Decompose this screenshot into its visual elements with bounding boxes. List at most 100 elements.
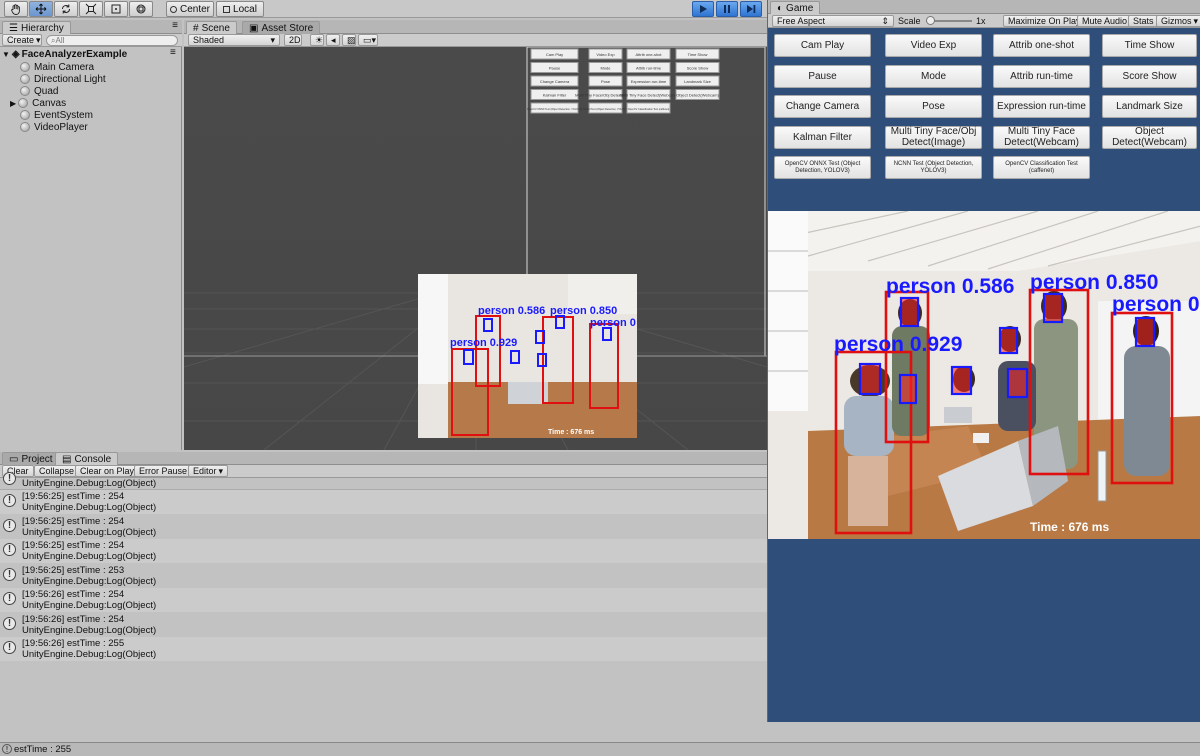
- scene-tabbar: # Scene ▣ Asset Store: [184, 20, 767, 35]
- grid-icon: #: [193, 23, 199, 34]
- log-row[interactable]: ! [19:56:26] estTime : 255 UnityEngine.De…: [0, 637, 767, 661]
- audio-toggle-icon[interactable]: ◂: [326, 34, 340, 46]
- game-button-change-camera[interactable]: Change Camera: [774, 95, 871, 118]
- play-button[interactable]: [692, 1, 714, 17]
- expand-arrow-icon: ▼: [2, 49, 10, 59]
- game-button-object-detect-webcam[interactable]: Object Detect(Webcam): [1102, 125, 1197, 149]
- log-row[interactable]: ! [19:56:26] estTime : 254 UnityEngine.De…: [0, 612, 767, 637]
- move-tool-icon[interactable]: [29, 1, 53, 17]
- pivot-center-button[interactable]: Center: [166, 1, 214, 17]
- effects-toggle-icon[interactable]: ▨: [342, 34, 356, 46]
- scene-gizmo-dropdown-icon[interactable]: ▭▾: [358, 34, 378, 46]
- game-button-mode[interactable]: Mode: [885, 64, 982, 88]
- game-button-time-show[interactable]: Time Show: [1102, 34, 1197, 57]
- tab-scene[interactable]: # Scene: [186, 21, 237, 35]
- svg-text:person 0: person 0: [590, 317, 636, 329]
- scene-mini-button: Object Detect(Webcam): [675, 89, 720, 100]
- log-row-partial[interactable]: ! UnityEngine.Debug:Log(Object): [0, 472, 767, 490]
- game-icon: ◐: [777, 3, 784, 14]
- space-local-button[interactable]: Local: [216, 1, 264, 17]
- detection-video-frame: person 0.929 person 0.586 person 0.850 p…: [768, 211, 1200, 539]
- error-pause-button[interactable]: Error Pause: [134, 465, 193, 477]
- scene-mini-button: OpenCV ONNX Test (Object Detection, YOLO…: [527, 102, 582, 114]
- pause-button[interactable]: [716, 1, 738, 17]
- scale-slider-handle[interactable]: [926, 16, 935, 25]
- stats-toggle[interactable]: Stats: [1128, 15, 1159, 27]
- hierarchy-item-canvas[interactable]: ▶ Canvas: [10, 97, 66, 109]
- game-button-score-show[interactable]: Score Show: [1102, 64, 1197, 88]
- hierarchy-item-videoplayer[interactable]: VideoPlayer: [20, 121, 88, 133]
- hierarchy-panel: ☰ Hierarchy ≡ Create ▾ ⌕ All ▼ ◈ FaceAnalyz…: [0, 20, 182, 450]
- hierarchy-search-input[interactable]: ⌕ All: [46, 35, 178, 46]
- scene-mini-button-label: Mode: [600, 66, 611, 71]
- aspect-dropdown[interactable]: Free Aspect ⇕: [772, 15, 894, 27]
- game-button-multi-tiny-face-obj-detect-image[interactable]: Multi Tiny Face/Obj Detect(Image): [885, 125, 982, 149]
- collapse-button[interactable]: Collapse: [34, 465, 80, 477]
- unity-scene-icon: ◈: [11, 48, 20, 60]
- mute-audio-toggle[interactable]: Mute Audio: [1077, 15, 1133, 27]
- lighting-toggle-icon[interactable]: ☀: [310, 34, 324, 46]
- game-button-pause[interactable]: Pause: [774, 64, 871, 88]
- scene-mini-button-label: Score Show: [687, 66, 709, 71]
- hierarchy-item-directional-light[interactable]: Directional Light: [20, 73, 106, 85]
- clear-on-play-button[interactable]: Clear on Play: [75, 465, 140, 477]
- game-button-attrib-one-shot[interactable]: Attrib one-shot: [993, 34, 1090, 57]
- detection-label-3: person 0.850: [1030, 271, 1158, 294]
- detection-label-4: person 0: [1112, 293, 1200, 316]
- game-button-video-exp[interactable]: Video Exp: [885, 34, 982, 57]
- game-button-opencv-classification-test-caffenet[interactable]: OpenCV Classification Test (caffenet): [993, 156, 1090, 179]
- rotate-tool-icon[interactable]: [54, 1, 78, 17]
- hierarchy-item-eventsystem[interactable]: EventSystem: [20, 109, 93, 121]
- scene-mini-button: Attrib run-time: [626, 62, 671, 73]
- game-button-ncnn-test-object-detection-yolov3[interactable]: NCNN Test (Object Detection, YOLOV3): [885, 156, 982, 179]
- game-button-cam-play[interactable]: Cam Play: [774, 34, 871, 57]
- hierarchy-item-quad[interactable]: Quad: [20, 85, 58, 97]
- create-dropdown[interactable]: Create ▾: [2, 34, 42, 46]
- console-toolbar: Clear Collapse Clear on Play Error Pause…: [0, 465, 767, 478]
- scene-menu-icon[interactable]: ≡: [170, 47, 176, 58]
- game-button-kalman-filter[interactable]: Kalman Filter: [774, 125, 871, 149]
- time-overlay: Time : 676 ms: [1030, 520, 1109, 534]
- scene-mini-button: Landmark Size: [675, 75, 720, 87]
- rect-tool-icon[interactable]: [104, 1, 128, 17]
- scale-tool-icon[interactable]: [79, 1, 103, 17]
- face-box: [1134, 316, 1156, 348]
- hand-tool-icon[interactable]: [4, 1, 28, 17]
- scene-mini-button: Kalman Filter: [530, 89, 579, 100]
- game-button-multi-tiny-face-detect-webcam[interactable]: Multi Tiny Face Detect(Webcam): [993, 125, 1090, 149]
- tab-console[interactable]: ▤ Console: [55, 452, 119, 466]
- game-button-landmark-size[interactable]: Landmark Size: [1102, 95, 1197, 118]
- dropdown-arrow-icon: ▾: [218, 465, 224, 476]
- game-button-expression-run-time[interactable]: Expression run-time: [993, 95, 1090, 118]
- scene-mini-button: Attrib one-shot: [626, 48, 671, 60]
- log-row[interactable]: ! [19:56:25] estTime : 254 UnityEngine.De…: [0, 539, 767, 563]
- maximize-on-play-toggle[interactable]: Maximize On Play: [1003, 15, 1086, 27]
- game-button-opencv-onnx-test-object-detection-yolov3[interactable]: OpenCV ONNX Test (Object Detection, YOLO…: [774, 156, 871, 179]
- panel-menu-icon[interactable]: ≡: [172, 20, 178, 31]
- dropdown-arrow-icon: ▾: [270, 34, 275, 45]
- dropdown-arrow-icon: ⇕: [881, 15, 889, 26]
- log-row[interactable]: ! [19:56:25] estTime : 254 UnityEngine.De…: [0, 514, 767, 539]
- log-row[interactable]: ! [19:56:26] estTime : 254 UnityEngine.De…: [0, 588, 767, 612]
- transform-tool-icon[interactable]: [129, 1, 153, 17]
- svg-text:person 0.929: person 0.929: [450, 337, 517, 349]
- editor-dropdown[interactable]: Editor ▾: [188, 465, 229, 477]
- face-box: [998, 326, 1019, 355]
- tab-project[interactable]: ▭ Project: [2, 452, 60, 466]
- scene-viewport[interactable]: Cam Play Video Exp Attrib one-shot Time Sho…: [184, 47, 767, 450]
- tab-game[interactable]: ◐ Game: [770, 1, 821, 15]
- log-row[interactable]: ! [19:56:25] estTime : 253 UnityEngine.De…: [0, 563, 767, 588]
- mode-2d-toggle[interactable]: 2D: [284, 34, 302, 46]
- gizmos-dropdown[interactable]: Gizmos ▾: [1156, 15, 1200, 27]
- game-button-pose[interactable]: Pose: [885, 95, 982, 118]
- scene-root[interactable]: ▼ ◈ FaceAnalyzerExample: [2, 48, 127, 60]
- tab-hierarchy[interactable]: ☰ Hierarchy: [2, 21, 71, 35]
- status-bar: ! estTime : 255: [0, 742, 1200, 756]
- step-button[interactable]: [740, 1, 762, 17]
- scene-mini-button: Change Camera: [530, 75, 579, 87]
- game-button-attrib-run-time[interactable]: Attrib run-time: [993, 64, 1090, 88]
- shading-mode-dropdown[interactable]: Shaded ▾: [188, 34, 280, 46]
- hierarchy-item-main-camera[interactable]: Main Camera: [20, 61, 94, 73]
- log-row[interactable]: ! [19:56:25] estTime : 254 UnityEngine.De…: [0, 490, 767, 514]
- tab-asset-store[interactable]: ▣ Asset Store: [242, 21, 321, 35]
